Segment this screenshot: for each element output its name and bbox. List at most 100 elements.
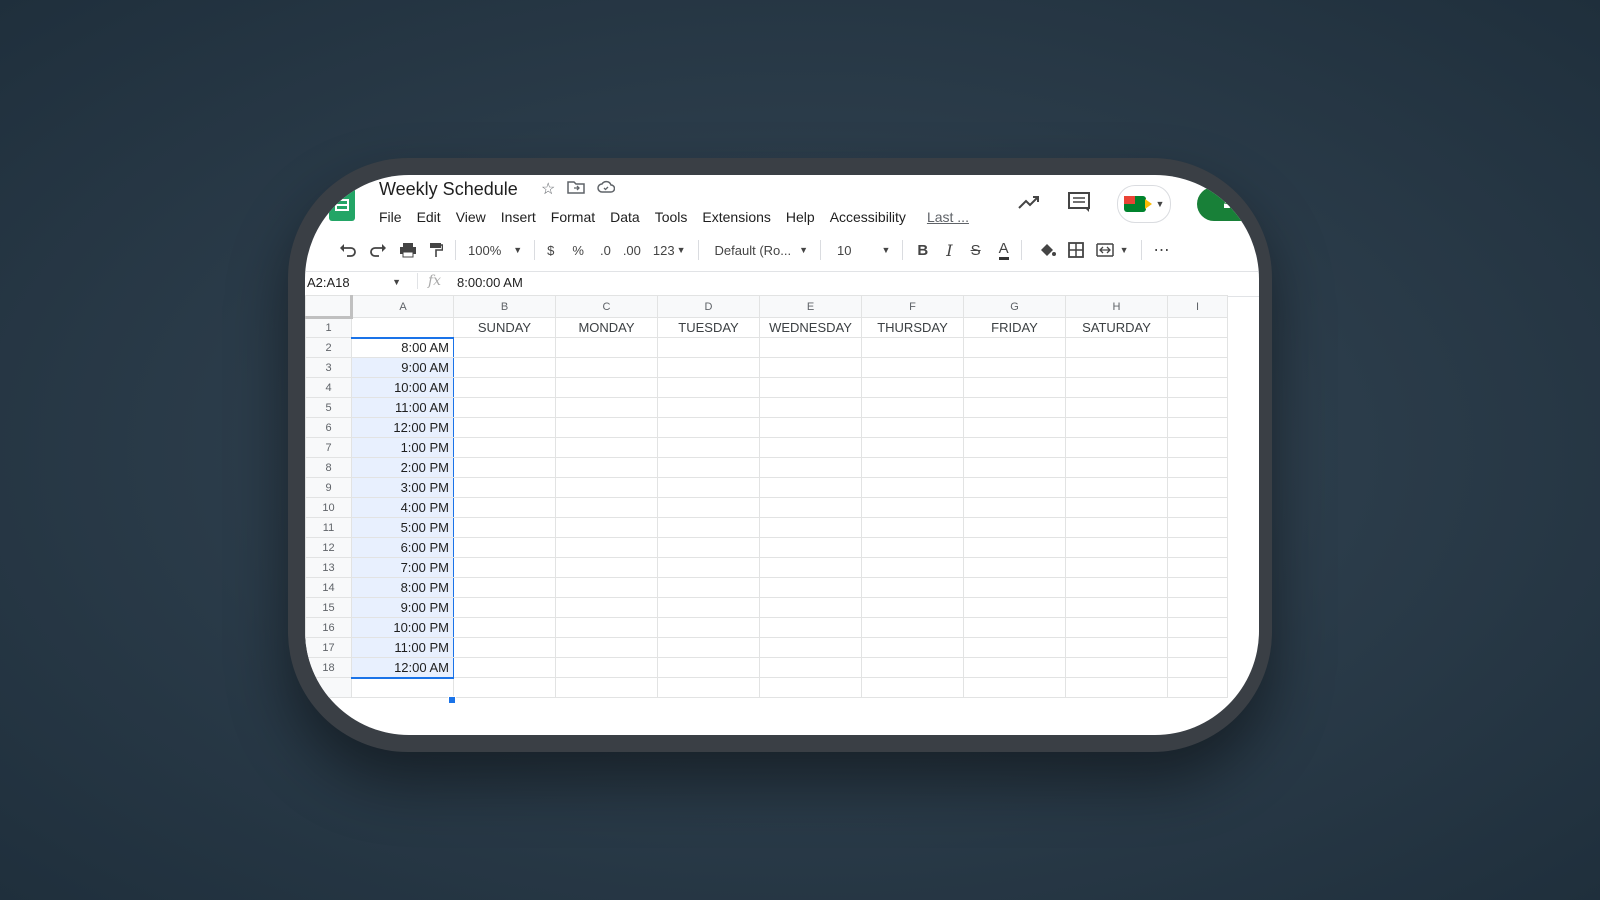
row-header[interactable]: 11 — [305, 517, 352, 538]
cell[interactable] — [1065, 397, 1168, 418]
name-box[interactable]: A2:A18 ▼ — [307, 275, 405, 290]
cell[interactable] — [657, 357, 760, 378]
time-cell[interactable]: 12:00 PM — [351, 417, 454, 438]
cell[interactable] — [861, 337, 964, 358]
cell[interactable] — [759, 617, 862, 638]
cell[interactable] — [555, 477, 658, 498]
cell[interactable] — [1065, 337, 1168, 358]
cell[interactable] — [963, 397, 1066, 418]
strikethrough-button[interactable]: S — [971, 242, 981, 259]
column-header[interactable]: E — [759, 295, 862, 318]
time-cell[interactable]: 3:00 PM — [351, 477, 454, 498]
cell[interactable] — [1167, 557, 1228, 578]
row-header[interactable]: 8 — [305, 457, 352, 478]
cell[interactable] — [453, 617, 556, 638]
cell[interactable] — [759, 677, 862, 698]
cell[interactable] — [1065, 497, 1168, 518]
decrease-decimal-button[interactable]: .0 — [600, 243, 611, 258]
cell[interactable] — [759, 597, 862, 618]
cell[interactable] — [861, 437, 964, 458]
cell[interactable] — [555, 337, 658, 358]
cell[interactable] — [963, 657, 1066, 678]
redo-icon[interactable] — [369, 243, 387, 257]
print-icon[interactable] — [399, 242, 417, 258]
cell[interactable] — [963, 597, 1066, 618]
cell[interactable] — [1065, 537, 1168, 558]
cell[interactable] — [963, 497, 1066, 518]
cell[interactable] — [555, 497, 658, 518]
document-title[interactable]: Weekly Schedule — [379, 179, 518, 200]
cell[interactable] — [1167, 677, 1228, 698]
cell[interactable] — [555, 657, 658, 678]
cell[interactable] — [861, 677, 964, 698]
cell[interactable] — [1065, 657, 1168, 678]
time-cell[interactable]: 10:00 AM — [351, 377, 454, 398]
cell[interactable] — [759, 497, 862, 518]
cell[interactable] — [861, 577, 964, 598]
row-header[interactable] — [305, 677, 352, 698]
text-color-button[interactable]: A — [998, 240, 1009, 260]
time-cell[interactable]: 10:00 PM — [351, 617, 454, 638]
time-cell[interactable]: 11:00 AM — [351, 397, 454, 418]
row-header[interactable]: 12 — [305, 537, 352, 558]
cell[interactable] — [1167, 377, 1228, 398]
cell[interactable] — [1167, 477, 1228, 498]
cell[interactable] — [963, 357, 1066, 378]
cell[interactable] — [861, 537, 964, 558]
day-header-cell[interactable]: TUESDAY — [657, 317, 760, 338]
cell[interactable] — [657, 677, 760, 698]
cell[interactable] — [861, 637, 964, 658]
menu-extensions[interactable]: Extensions — [702, 209, 770, 225]
last-edit-link[interactable]: Last ... — [927, 209, 969, 225]
column-header[interactable]: A — [351, 295, 454, 318]
cell[interactable] — [555, 577, 658, 598]
cell[interactable] — [759, 457, 862, 478]
column-header[interactable]: D — [657, 295, 760, 318]
time-cell[interactable]: 2:00 PM — [351, 457, 454, 478]
increase-decimal-button[interactable]: .00 — [623, 243, 641, 258]
cell[interactable] — [453, 637, 556, 658]
time-cell[interactable]: 11:00 PM — [351, 637, 454, 658]
cell[interactable] — [351, 677, 454, 698]
cell[interactable] — [1167, 357, 1228, 378]
row-header[interactable]: 3 — [305, 357, 352, 378]
row-header[interactable]: 1 — [305, 317, 352, 338]
cell[interactable] — [963, 417, 1066, 438]
borders-icon[interactable] — [1067, 242, 1084, 258]
cell[interactable] — [861, 657, 964, 678]
cell[interactable] — [963, 337, 1066, 358]
cell[interactable] — [1065, 577, 1168, 598]
cell[interactable] — [657, 397, 760, 418]
cell[interactable] — [555, 537, 658, 558]
undo-icon[interactable] — [339, 243, 357, 257]
row-header[interactable]: 18 — [305, 657, 352, 678]
time-cell[interactable]: 9:00 PM — [351, 597, 454, 618]
cell[interactable] — [963, 557, 1066, 578]
cell[interactable] — [1065, 417, 1168, 438]
cell[interactable] — [657, 577, 760, 598]
cell[interactable] — [963, 617, 1066, 638]
cell[interactable] — [759, 537, 862, 558]
cell[interactable] — [1167, 317, 1228, 338]
cell[interactable] — [759, 337, 862, 358]
menu-view[interactable]: View — [456, 209, 486, 225]
row-header[interactable]: 15 — [305, 597, 352, 618]
time-cell[interactable]: 8:00 PM — [351, 577, 454, 598]
cell[interactable] — [963, 477, 1066, 498]
cell[interactable] — [759, 577, 862, 598]
time-cell[interactable]: 12:00 AM — [351, 657, 454, 679]
star-icon[interactable]: ☆ — [541, 179, 555, 200]
menu-file[interactable]: File — [379, 209, 402, 225]
row-header[interactable]: 13 — [305, 557, 352, 578]
cell[interactable] — [453, 397, 556, 418]
menu-help[interactable]: Help — [786, 209, 815, 225]
cell[interactable] — [861, 617, 964, 638]
day-header-cell[interactable]: MONDAY — [555, 317, 658, 338]
cell[interactable] — [759, 437, 862, 458]
cell[interactable] — [453, 577, 556, 598]
cell[interactable] — [1167, 337, 1228, 358]
cell[interactable] — [657, 557, 760, 578]
cell[interactable] — [1167, 617, 1228, 638]
cell[interactable] — [1065, 517, 1168, 538]
cell[interactable] — [963, 437, 1066, 458]
